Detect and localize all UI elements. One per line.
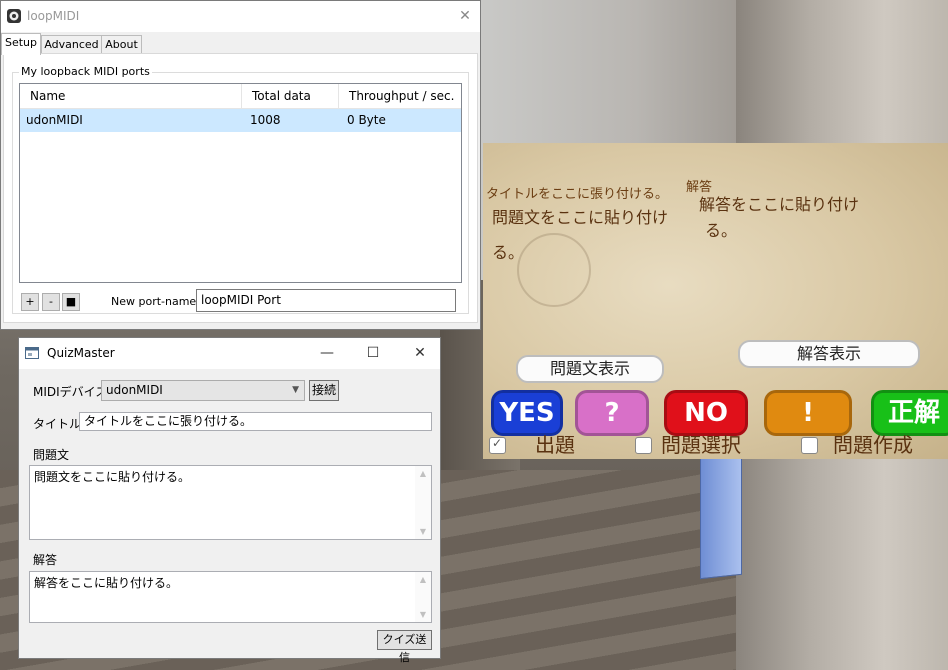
quizmaster-app-icon bbox=[25, 347, 39, 359]
quiz-board: タイトルをここに張り付ける。 解答 問題文をここに貼り付け る。 解答をここに貼… bbox=[483, 143, 948, 459]
checkbox-label-question-mode: 出題 bbox=[535, 433, 575, 457]
checkbox-label-select-question: 問題選択 bbox=[661, 433, 741, 457]
port-throughput-cell: 0 Byte bbox=[347, 113, 386, 127]
question-scrollbar[interactable]: ▲ ▼ bbox=[415, 466, 431, 539]
midi-device-label: MIDIデバイス bbox=[33, 385, 108, 399]
show-question-button[interactable]: 問題文表示 bbox=[516, 355, 664, 383]
board-answer-line1: 解答をここに貼り付け bbox=[699, 195, 860, 214]
table-row[interactable]: udonMIDI 1008 0 Byte bbox=[20, 109, 461, 132]
add-port-button[interactable]: + bbox=[21, 293, 39, 311]
send-quiz-button[interactable]: クイズ送信 bbox=[377, 630, 432, 664]
midi-device-select[interactable]: udonMIDI ▼ bbox=[101, 380, 305, 401]
show-answer-button[interactable]: 解答表示 bbox=[738, 340, 920, 368]
question-mark-button[interactable]: ? bbox=[575, 390, 649, 436]
check-icon: ✓ bbox=[492, 436, 503, 450]
column-header-name[interactable]: Name bbox=[20, 84, 242, 108]
answer-textarea[interactable]: 解答をここに貼り付ける。 ▲ ▼ bbox=[29, 571, 432, 623]
scroll-down-icon[interactable]: ▼ bbox=[415, 527, 431, 536]
board-answer-line2: る。 bbox=[705, 221, 738, 240]
chevron-down-icon: ▼ bbox=[292, 385, 299, 395]
loopmidi-title: loopMIDI bbox=[27, 9, 80, 23]
remove-port-button[interactable]: - bbox=[42, 293, 60, 311]
scroll-up-icon[interactable]: ▲ bbox=[415, 469, 431, 478]
loopmidi-close-button[interactable]: ✕ bbox=[453, 5, 477, 27]
scroll-down-icon[interactable]: ▼ bbox=[415, 610, 431, 619]
loopmidi-app-icon bbox=[7, 9, 21, 23]
answer-scrollbar[interactable]: ▲ ▼ bbox=[415, 572, 431, 622]
question-textarea[interactable]: 問題文をここに貼り付ける。 ▲ ▼ bbox=[29, 465, 432, 540]
checkbox-select-question[interactable] bbox=[635, 437, 652, 454]
scroll-up-icon[interactable]: ▲ bbox=[415, 575, 431, 584]
ports-list-header: Name Total data Throughput / sec. bbox=[20, 84, 461, 109]
quizmaster-window: QuizMaster — ☐ ✕ MIDIデバイス udonMIDI ▼ 接続 … bbox=[18, 337, 441, 664]
ports-group-label: My loopback MIDI ports bbox=[19, 65, 152, 78]
port-total-cell: 1008 bbox=[250, 113, 281, 127]
checkbox-label-create-question: 問題作成 bbox=[833, 433, 913, 457]
maximize-button[interactable]: ☐ bbox=[361, 342, 385, 364]
port-name-cell: udonMIDI bbox=[26, 113, 83, 127]
tab-advanced[interactable]: Advanced bbox=[41, 35, 102, 54]
loopmidi-titlebar[interactable]: loopMIDI ✕ bbox=[1, 1, 480, 32]
midi-device-value: udonMIDI bbox=[106, 383, 163, 397]
quizmaster-close-button[interactable]: ✕ bbox=[408, 342, 432, 364]
column-header-total[interactable]: Total data bbox=[242, 84, 339, 108]
column-header-throughput[interactable]: Throughput / sec. bbox=[339, 84, 461, 108]
stop-button[interactable]: ■ bbox=[62, 293, 80, 311]
quizmaster-titlebar[interactable]: QuizMaster — ☐ ✕ bbox=[19, 338, 440, 369]
tab-about[interactable]: About bbox=[101, 35, 142, 54]
ports-group: My loopback MIDI ports Name Total data T… bbox=[12, 65, 469, 314]
question-label: 問題文 bbox=[33, 448, 70, 462]
answer-text: 解答をここに貼り付ける。 bbox=[34, 576, 179, 590]
board-title-text: タイトルをここに張り付ける。 bbox=[486, 187, 669, 202]
loopmidi-window: loopMIDI ✕ Setup Advanced About My loopb… bbox=[0, 0, 481, 330]
board-answer-heading: 解答 bbox=[686, 180, 713, 195]
checkbox-create-question[interactable] bbox=[801, 437, 818, 454]
tab-setup[interactable]: Setup bbox=[1, 33, 41, 55]
setup-panel: My loopback MIDI ports Name Total data T… bbox=[3, 53, 478, 323]
clock-decoration bbox=[517, 233, 591, 307]
quizmaster-title: QuizMaster bbox=[47, 346, 115, 360]
new-port-label: New port-name: bbox=[111, 295, 200, 308]
board-question-line2: る。 bbox=[492, 243, 525, 262]
board-question-line1: 問題文をここに貼り付け bbox=[492, 208, 669, 227]
checkbox-question-mode[interactable]: ✓ bbox=[489, 436, 506, 454]
ports-list[interactable]: Name Total data Throughput / sec. udonMI… bbox=[19, 83, 462, 283]
title-input[interactable]: タイトルをここに張り付ける。 bbox=[79, 412, 432, 431]
answer-label: 解答 bbox=[33, 553, 58, 567]
question-text: 問題文をここに貼り付ける。 bbox=[34, 470, 191, 484]
connect-button[interactable]: 接続 bbox=[309, 380, 339, 401]
minimize-button[interactable]: — bbox=[315, 342, 339, 364]
title-label: タイトル bbox=[33, 417, 82, 431]
new-port-name-input[interactable]: loopMIDI Port bbox=[196, 289, 456, 312]
